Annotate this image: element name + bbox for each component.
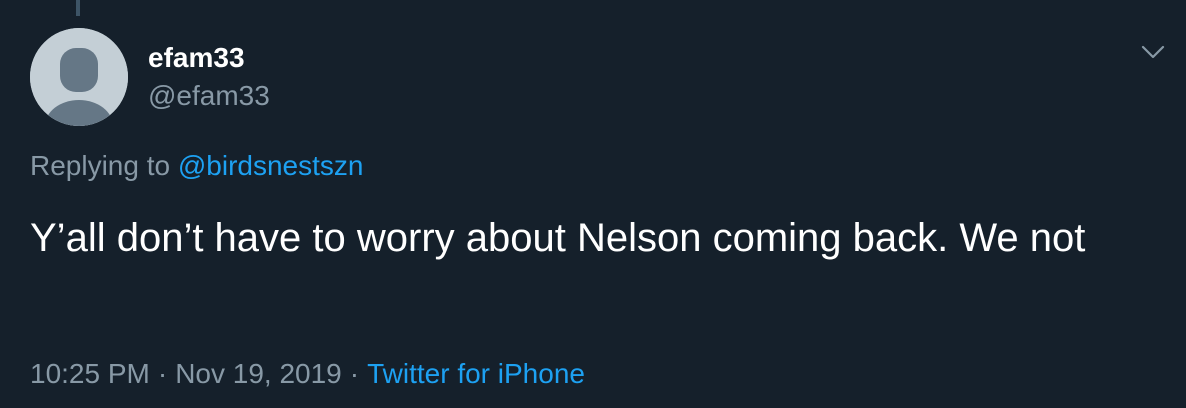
replying-to-label: Replying to	[30, 150, 171, 181]
meta-separator: ·	[157, 358, 168, 389]
default-profile-silhouette-icon	[30, 28, 128, 126]
tweet-time[interactable]: 10:25 PM	[30, 358, 150, 389]
avatar[interactable]	[30, 28, 128, 126]
tweet-metadata: 10:25 PM · Nov 19, 2019 · Twitter for iPhone	[30, 358, 585, 390]
author-display-name[interactable]: efam33	[148, 42, 245, 74]
replying-to-line: Replying to @birdsnestszn	[30, 150, 363, 182]
tweet-date[interactable]: Nov 19, 2019	[175, 358, 342, 389]
chevron-down-icon	[1141, 45, 1165, 59]
meta-separator: ·	[349, 358, 360, 389]
replying-to-handle-link[interactable]: @birdsnestszn	[178, 150, 364, 181]
tweet-body-text: Y’all don’t have to worry about Nelson c…	[30, 216, 1086, 260]
author-handle[interactable]: @efam33	[148, 80, 270, 112]
thread-connector-line	[76, 0, 80, 16]
tweet-menu-button[interactable]	[1140, 42, 1166, 62]
tweet-source-link[interactable]: Twitter for iPhone	[367, 358, 585, 389]
